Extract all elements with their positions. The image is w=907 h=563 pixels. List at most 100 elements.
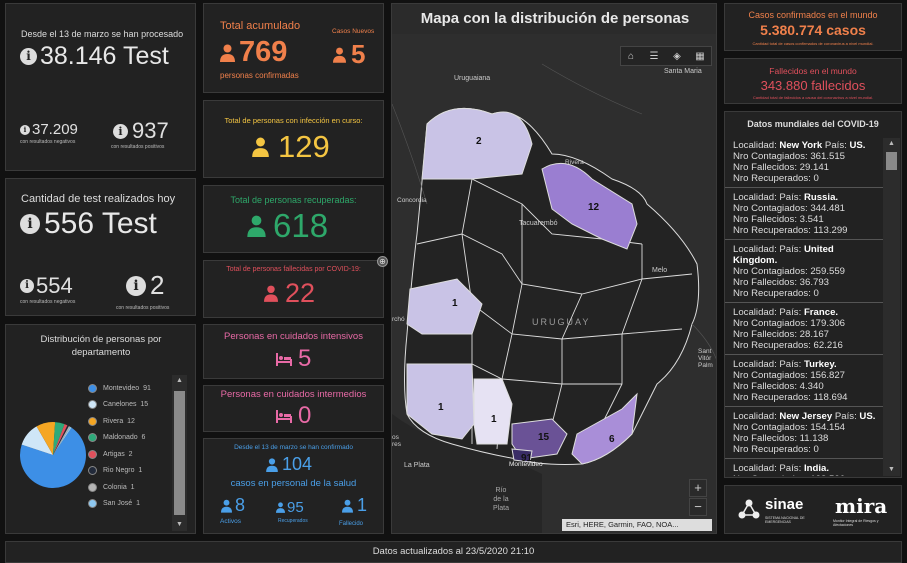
legend-label: Artigas 2: [103, 450, 133, 458]
legend-scrollbar[interactable]: ▲ ▼: [172, 375, 187, 531]
tests-total-panel: Desde el 13 de marzo se han procesado i …: [5, 3, 196, 171]
active-value: 129: [278, 129, 330, 164]
recovered-panel: Total de personas recuperadas: 618: [203, 185, 384, 253]
world-list-item[interactable]: Localidad: New York País: US. Nro Contagi…: [725, 136, 883, 188]
world-confirmed-value: 5.380.774 casos: [760, 22, 866, 38]
world-list-item-stat: Nro Fallecidos: 36.793: [733, 277, 829, 288]
list-icon[interactable]: ☰: [646, 49, 662, 65]
world-list-item-stat: Nro Fallecidos: 11.138: [733, 433, 829, 444]
count-artigas: 2: [476, 136, 482, 147]
legend-swatch: [88, 416, 97, 426]
map-label: os res: [392, 434, 402, 448]
world-list-item-stat: Nro Fallecidos: 4.340: [733, 381, 824, 392]
map-title: Mapa con la distribución de personas: [420, 10, 690, 27]
home-icon[interactable]: ⌂: [623, 49, 639, 65]
scroll-down-icon[interactable]: ▼: [172, 519, 187, 531]
tests-total-negatives-label: con resultados negativos: [20, 139, 76, 145]
health-staff-value: 104: [282, 454, 313, 474]
departments-legend: Montevideo 91 Canelones 15 Rivera 12 Maldon…: [88, 380, 174, 512]
person-icon: [342, 499, 353, 513]
health-staff-recovered-label: Recuperados: [278, 518, 308, 524]
world-list-item[interactable]: Localidad: New Jersey País: US. Nro Conta…: [725, 407, 883, 459]
footer-text: Datos actualizados al 23/5/2020 21:10: [372, 546, 535, 557]
intermediate-title: Personas en cuidados intermedios: [220, 389, 367, 400]
health-staff-active: 8: [235, 495, 246, 515]
map-label: Tacuarembó: [519, 220, 558, 227]
map-attribution[interactable]: Esri, HERE, Garmin, FAO, NOA...: [562, 519, 712, 531]
sinae-logo-text: sinae: [765, 496, 804, 513]
tests-today-caption: Cantidad de test realizados hoy: [21, 193, 176, 205]
footer: Datos actualizados al 23/5/2020 21:10: [5, 541, 902, 563]
world-list-title: Datos mundiales del COVID-19: [747, 119, 879, 129]
tests-today-panel: Cantidad de test realizados hoy i 556 Te…: [5, 178, 196, 316]
world-deaths-note: Cantidad total de fallecidos a causa del…: [752, 95, 874, 100]
legend-label: San José 1: [103, 500, 140, 508]
world-list-item-stat: Nro Recuperados: 113.299: [733, 225, 848, 236]
scroll-up-icon[interactable]: ▲: [883, 138, 900, 150]
tests-total-positives-label: con resultados positivos: [111, 144, 165, 150]
legend-item[interactable]: Artigas 2: [88, 446, 174, 463]
legend-item[interactable]: Canelones 15: [88, 397, 174, 414]
tests-total-caption: Desde el 13 de marzo se han procesado: [21, 29, 184, 39]
world-list-item-stat: Nro Contagiados: 156.827: [733, 370, 846, 381]
world-list-item-stat: Nro Contagiados: 361.515: [733, 151, 846, 162]
layers-icon[interactable]: ◈: [669, 49, 685, 65]
world-list-scrollbar[interactable]: ▲ ▼: [883, 138, 900, 476]
new-cases-value: 5: [351, 39, 366, 69]
accumulated-title: Total acumulado: [220, 20, 301, 32]
count-montevideo: 91: [521, 453, 533, 464]
legend-swatch: [88, 449, 97, 459]
world-list-item-stat: Nro Contagiados: 154.154: [733, 422, 846, 433]
legend-item[interactable]: Montevideo 91: [88, 380, 174, 397]
legend-label: Canelones 15: [103, 401, 149, 409]
departments-pie-chart[interactable]: [18, 420, 88, 490]
map-splitter-handle[interactable]: ⊕: [377, 256, 388, 267]
legend-item[interactable]: Maldonado 6: [88, 430, 174, 447]
legend-item[interactable]: San José 1: [88, 496, 174, 513]
legend-label: Colonia 1: [103, 483, 135, 491]
map-panel[interactable]: Mapa con la distribución de personas Uru…: [391, 3, 717, 534]
legend-item[interactable]: Rio Negro 1: [88, 463, 174, 480]
world-list-item[interactable]: Localidad: País: France. Nro Contagiados:…: [725, 303, 883, 355]
accumulated-value: 769: [239, 36, 288, 68]
map-label: Sant Vitór Palm: [698, 348, 713, 369]
scroll-down-icon[interactable]: ▼: [883, 464, 900, 476]
active-title: Total de personas con infección en curso…: [224, 116, 363, 125]
scroll-up-icon[interactable]: ▲: [172, 375, 187, 387]
zoom-in-button[interactable]: +: [689, 479, 707, 497]
scrollbar-thumb[interactable]: [886, 152, 897, 170]
world-deaths-value: 343.880 fallecidos: [760, 78, 866, 93]
world-list-item-stat: Nro Contagiados: 259.559: [733, 266, 846, 277]
legend-item[interactable]: Colonia 1: [88, 479, 174, 496]
bed-icon: [276, 409, 292, 423]
person-icon: [221, 499, 232, 513]
uruguay-map[interactable]: [392, 4, 717, 534]
legend-label: Rio Negro 1: [103, 467, 143, 475]
world-list-item[interactable]: Localidad: País: Russia. Nro Contagiados:…: [725, 188, 883, 240]
count-canelones: 15: [538, 432, 550, 443]
world-list-item-stat: Nro Contagiados: 138.536: [733, 474, 877, 476]
dept-san-jose[interactable]: [473, 378, 513, 445]
info-icon: i: [126, 275, 146, 296]
world-list-item[interactable]: Localidad: País: Turkey. Nro Contagiados:…: [725, 355, 883, 407]
zoom-out-button[interactable]: −: [689, 498, 707, 516]
scrollbar-thumb[interactable]: [174, 391, 185, 515]
person-icon: [220, 44, 235, 62]
deceased-panel: Total de personas fallecidas por COVID-1…: [203, 260, 384, 318]
icu-panel: Personas en cuidados intensivos 5: [203, 324, 384, 379]
world-list-item-stat: Nro Contagiados: 344.481: [733, 203, 846, 214]
mira-logo-text: mira: [835, 494, 888, 518]
world-list-item-header: Localidad: New Jersey País: US.: [733, 411, 876, 422]
world-list-item[interactable]: Localidad: País: United Kingdom. Nro Cont…: [725, 240, 883, 303]
active-panel: Total de personas con infección en curso…: [203, 100, 384, 178]
health-staff-panel: Desde el 13 de marzo se han confirmado 1…: [203, 438, 384, 534]
basemap-icon[interactable]: ▦: [692, 49, 708, 65]
count-maldonado: 6: [609, 434, 615, 445]
departments-chart-title: Distribución de personas por departament…: [40, 334, 162, 358]
legend-swatch: [88, 400, 97, 410]
world-list[interactable]: Localidad: New York País: US. Nro Contagi…: [725, 136, 883, 476]
bed-icon: [276, 352, 292, 366]
world-list-item[interactable]: Localidad: País: India.Nro Contagiados: …: [725, 459, 883, 476]
legend-item[interactable]: Rivera 12: [88, 413, 174, 430]
map-label: Concordia: [397, 197, 427, 204]
